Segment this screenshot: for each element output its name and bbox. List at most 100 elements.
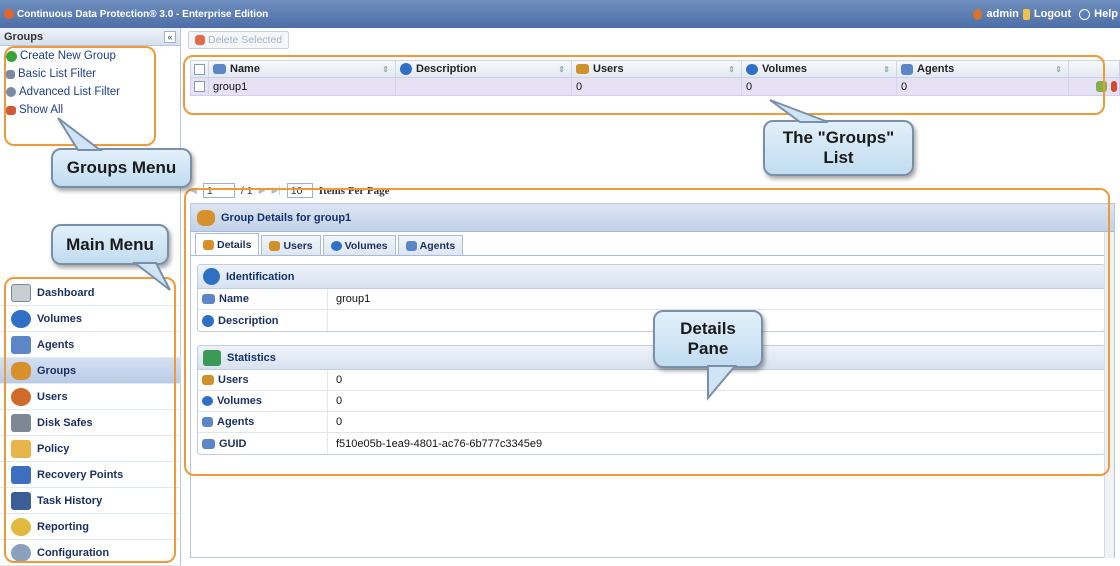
last-page-icon[interactable]: ▶| — [272, 185, 281, 196]
menu-agents[interactable]: Agents — [0, 332, 181, 358]
statistics-icon — [203, 349, 221, 366]
menu-recovery-points[interactable]: Recovery Points — [0, 462, 181, 488]
identification-section: Identification Name group1 Description — [197, 264, 1105, 332]
menu-disk-safes[interactable]: Disk Safes — [0, 410, 181, 436]
column-name[interactable]: Name ⇕ — [209, 61, 396, 77]
tab-users[interactable]: Users — [261, 235, 321, 255]
sort-icon[interactable]: ⇕ — [1055, 65, 1062, 74]
tab-agents[interactable]: Agents — [397, 235, 464, 255]
property-row: GUID f510e05b-1ea9-4801-ac76-6b777c3345e… — [198, 433, 1104, 454]
sort-icon[interactable]: ⇕ — [883, 65, 890, 74]
delete-row-icon[interactable] — [1111, 81, 1117, 92]
select-all-checkbox-cell[interactable] — [191, 61, 209, 77]
sort-icon[interactable]: ⇕ — [728, 65, 735, 74]
info-icon — [202, 314, 214, 327]
grid-header-row: Name ⇕ Description ⇕ Users ⇕ Volumes ⇕ Agent… — [190, 60, 1120, 78]
column-volumes[interactable]: Volumes ⇕ — [742, 61, 897, 77]
basic-list-filter-link[interactable]: Basic List Filter — [0, 65, 180, 83]
cell-description — [396, 78, 572, 95]
select-all-checkbox[interactable] — [194, 63, 205, 75]
user-name: admin — [986, 8, 1019, 20]
first-page-icon[interactable]: ◀ — [190, 185, 197, 196]
callout-main-menu: Main Menu — [51, 224, 169, 265]
users-icon — [11, 387, 31, 406]
column-agents[interactable]: Agents ⇕ — [897, 61, 1069, 77]
groups-icon — [197, 209, 215, 226]
callout-groups-menu: Groups Menu — [51, 148, 192, 188]
callout-details-pane: Details Pane — [653, 310, 763, 368]
app-title: Continuous Data Protection® 3.0 - Enterp… — [17, 8, 269, 20]
column-users[interactable]: Users ⇕ — [572, 61, 742, 77]
menu-volumes[interactable]: Volumes — [0, 306, 181, 332]
menu-configuration[interactable]: Configuration — [0, 540, 181, 566]
groups-panel-header: Groups « — [0, 28, 180, 46]
menu-groups[interactable]: Groups — [0, 358, 181, 384]
page-input[interactable]: 1 — [202, 183, 235, 198]
next-page-icon[interactable]: ▶ — [259, 185, 266, 196]
items-per-page-label: Items Per Page — [318, 184, 390, 197]
identification-header: Identification — [198, 265, 1104, 289]
agents-value: 0 — [336, 416, 343, 428]
row-checkbox[interactable] — [194, 81, 205, 92]
cell-name: group1 — [209, 78, 396, 95]
cell-users: 0 — [572, 78, 742, 95]
table-row[interactable]: group1 0 0 0 — [190, 78, 1120, 96]
agents-icon — [202, 417, 213, 427]
add-icon — [6, 50, 17, 62]
info-icon — [400, 63, 412, 75]
guid-icon — [202, 438, 215, 449]
configuration-icon — [11, 543, 31, 562]
column-description[interactable]: Description ⇕ — [396, 61, 572, 77]
edit-icon[interactable] — [1096, 81, 1107, 92]
menu-task-history[interactable]: Task History — [0, 488, 181, 514]
property-row: Users 0 — [198, 370, 1104, 391]
recovery-points-icon — [11, 465, 31, 484]
help-icon[interactable] — [1079, 8, 1091, 20]
items-per-page-input[interactable]: 10 — [286, 183, 313, 198]
menu-dashboard[interactable]: Dashboard — [0, 280, 181, 306]
groups-panel-title: Groups — [4, 30, 44, 43]
row-checkbox-cell[interactable] — [191, 78, 209, 95]
page-total: / 1 — [240, 184, 253, 197]
app-logo-icon — [4, 9, 14, 19]
advanced-list-filter-link[interactable]: Advanced List Filter — [0, 83, 180, 101]
delete-selected-button[interactable]: Delete Selected — [188, 31, 290, 49]
callout-groups-list: The "Groups" List — [763, 120, 914, 176]
users-icon — [576, 64, 589, 74]
advanced-filter-icon — [6, 87, 16, 97]
property-row: Name group1 — [198, 289, 1104, 310]
tab-volumes[interactable]: Volumes — [322, 235, 396, 255]
menu-policy[interactable]: Policy — [0, 436, 181, 462]
show-all-link[interactable]: Show All — [0, 101, 180, 119]
main-menu: Dashboard Volumes Agents Groups Users Di… — [0, 280, 181, 566]
volumes-value: 0 — [336, 395, 343, 407]
agents-icon — [11, 335, 31, 354]
property-row: Description — [198, 310, 1104, 331]
logout-icon[interactable] — [1022, 8, 1030, 20]
details-tabs: Details Users Volumes Agents — [191, 232, 1114, 256]
details-scrollbar[interactable] — [1104, 232, 1114, 558]
property-row: Agents 0 — [198, 412, 1104, 433]
sort-icon[interactable]: ⇕ — [382, 65, 389, 74]
help-link[interactable]: Help — [1094, 8, 1118, 20]
users-icon — [269, 240, 281, 251]
property-row: Volumes 0 — [198, 391, 1104, 412]
volumes-icon — [746, 63, 758, 75]
logout-link[interactable]: Logout — [1034, 8, 1071, 20]
name-column-icon — [213, 64, 226, 74]
sort-icon[interactable]: ⇕ — [558, 65, 565, 74]
menu-reporting[interactable]: Reporting — [0, 514, 181, 540]
agents-icon — [405, 240, 417, 251]
volumes-icon — [11, 309, 31, 328]
title-bar: Continuous Data Protection® 3.0 - Enterp… — [0, 0, 1120, 28]
menu-users[interactable]: Users — [0, 384, 181, 410]
user-icon — [973, 8, 983, 20]
filter-icon — [6, 69, 15, 79]
tab-details[interactable]: Details — [195, 233, 260, 255]
agents-icon — [901, 63, 913, 75]
collapse-sidebar-button[interactable]: « — [164, 31, 176, 43]
create-new-group-link[interactable]: Create New Group — [0, 47, 180, 65]
delete-icon — [195, 35, 205, 45]
statistics-section: Statistics Users 0 Volumes 0 Agents 0 GU… — [197, 345, 1105, 455]
users-icon — [202, 375, 214, 385]
